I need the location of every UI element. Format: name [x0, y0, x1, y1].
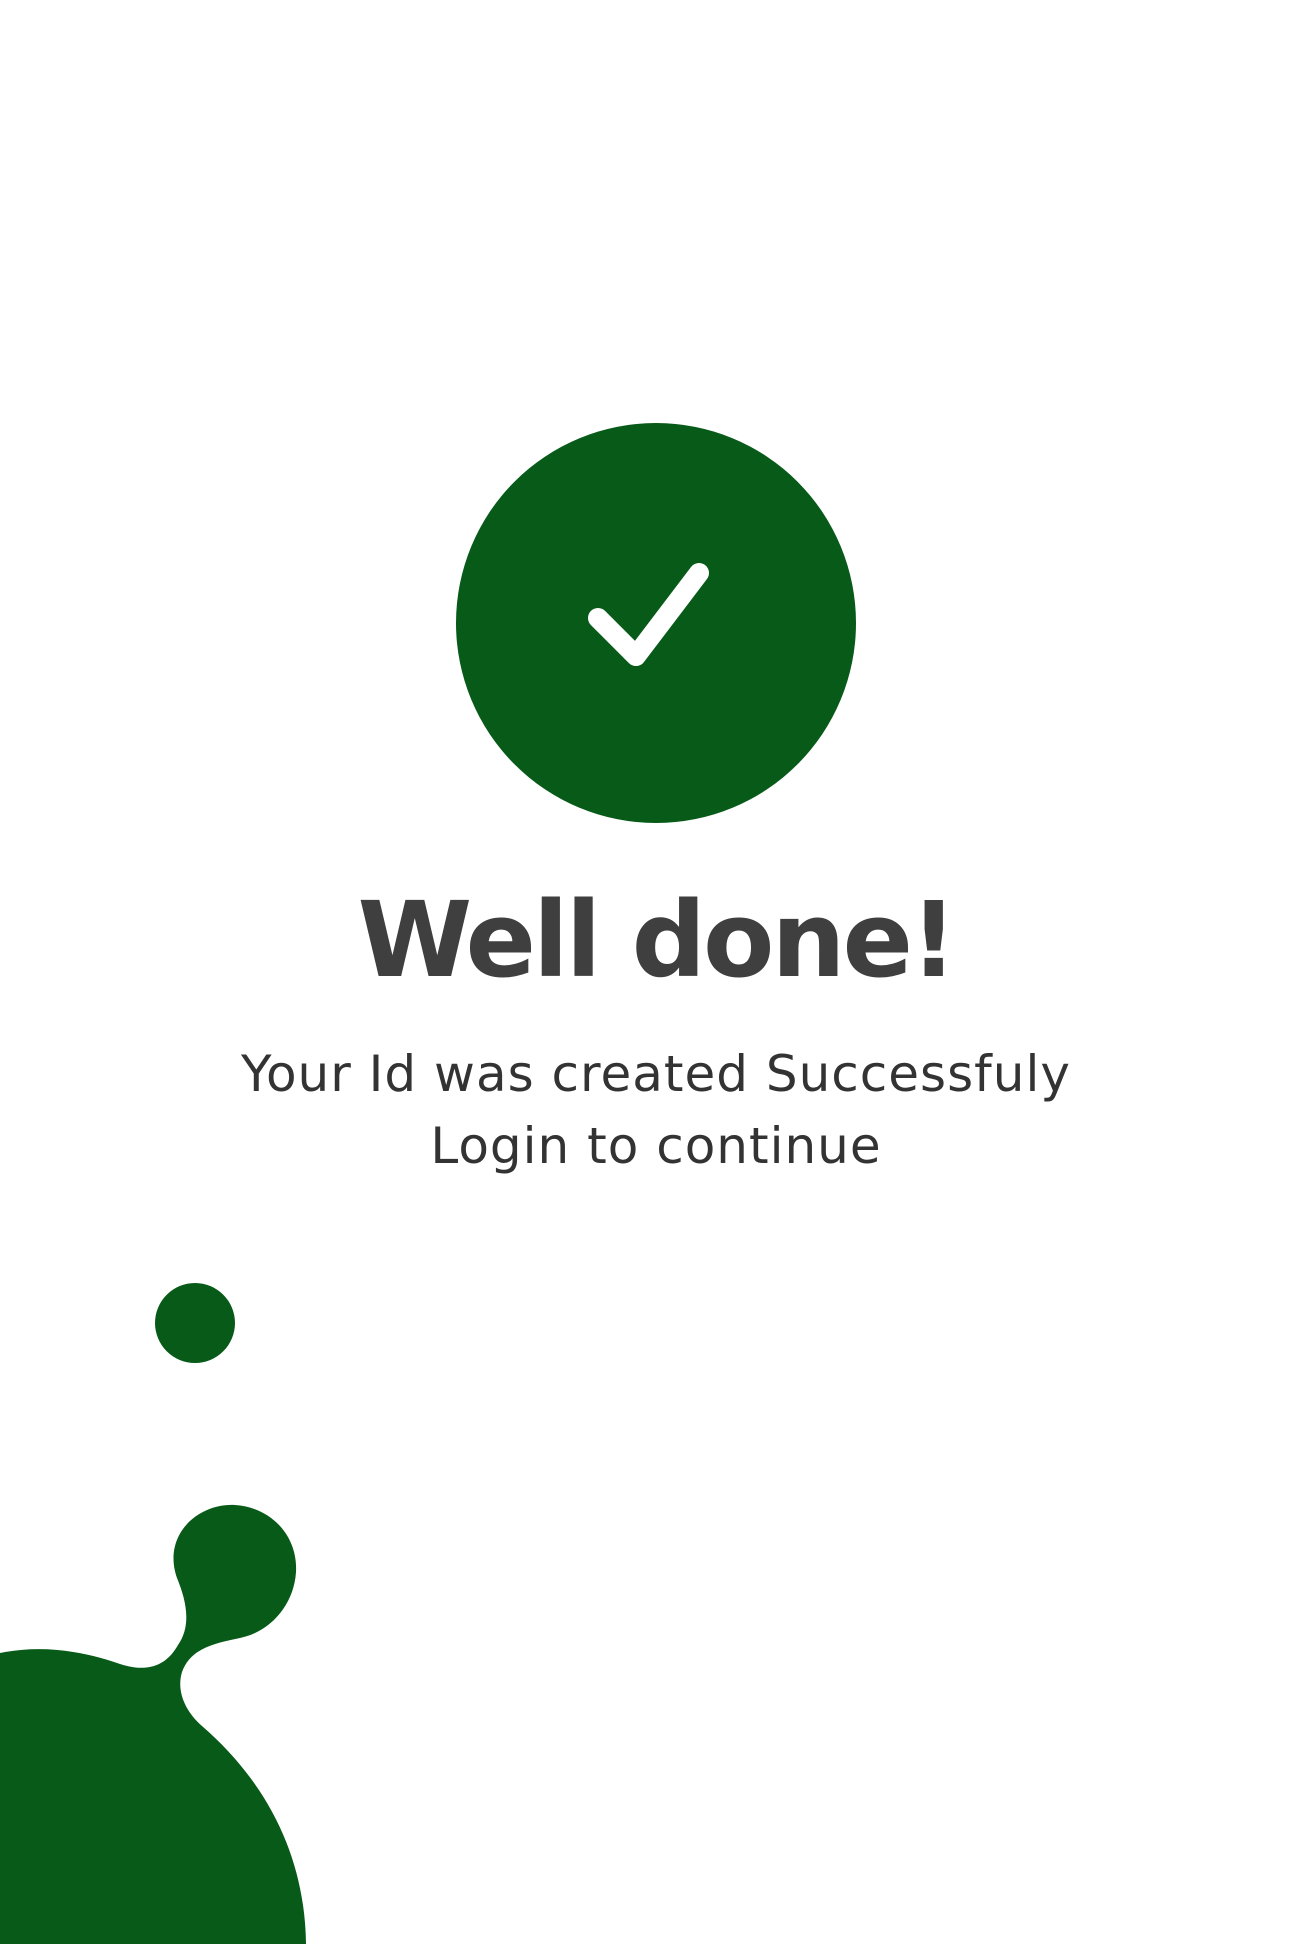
check-icon	[588, 563, 709, 666]
success-badge	[456, 423, 856, 823]
decor-blob	[0, 1504, 306, 1944]
decorative-blobs	[0, 1283, 306, 1944]
message-line-2: Login to continue	[430, 1117, 882, 1175]
decor-dot-large	[155, 1283, 235, 1363]
message-line-1: Your Id was created Successfuly	[241, 1045, 1071, 1103]
page-title: Well done!	[357, 879, 958, 1001]
success-message: Your Id was created Successfuly Login to…	[0, 1038, 1312, 1182]
